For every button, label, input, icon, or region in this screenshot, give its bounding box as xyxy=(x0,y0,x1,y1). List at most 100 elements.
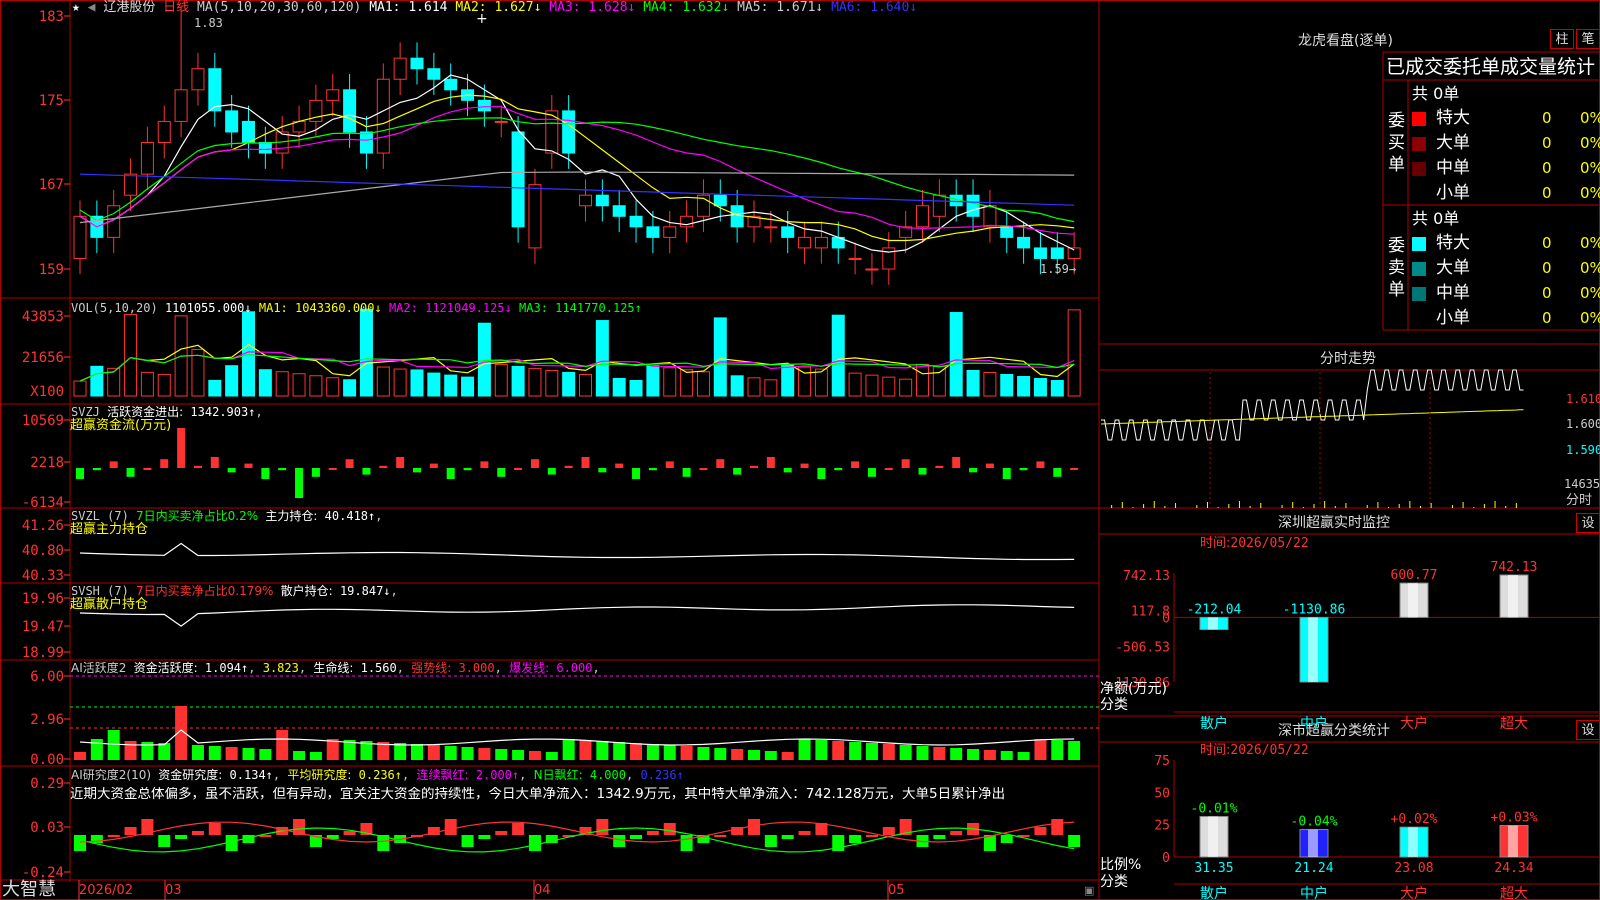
ai-research-bar xyxy=(191,831,204,835)
volume-bar xyxy=(612,377,626,397)
monitor-category-label: 大户 xyxy=(1400,715,1428,732)
date-label-2: 04 xyxy=(534,883,551,898)
candle-body xyxy=(376,78,390,154)
realtime-settings-button[interactable]: 设 xyxy=(1576,513,1600,533)
stats-change-label: +0.02% xyxy=(1391,812,1438,827)
star-icon[interactable]: ★ xyxy=(72,0,80,15)
ai-active-bar xyxy=(798,739,811,760)
ai-active-v2: 3.823 xyxy=(262,661,299,675)
candle-body xyxy=(343,89,357,133)
svzj-bar xyxy=(716,459,725,468)
svzj-bar xyxy=(1019,468,1028,471)
ai-strong-value: 3.000 xyxy=(458,661,495,675)
svzj-bar xyxy=(935,465,944,468)
svsh-sub: 超赢散户持仓 xyxy=(70,597,149,612)
period-label[interactable]: 日线 xyxy=(163,0,189,15)
ai-active-bar xyxy=(1017,752,1030,760)
candle-body xyxy=(157,120,171,143)
stats-category-label: 中户 xyxy=(1300,885,1328,900)
svzj-bar xyxy=(514,468,523,470)
candle-body xyxy=(848,257,862,260)
volume-bar xyxy=(764,379,778,397)
ai-research-bar xyxy=(1068,835,1081,847)
svzj-bar xyxy=(362,468,371,475)
price-axis-label: 175 xyxy=(39,93,64,109)
prev-arrow-icon[interactable]: ◀ xyxy=(88,0,96,15)
volume-bar xyxy=(1067,309,1081,397)
ai-active-bar xyxy=(90,739,103,760)
candle-body xyxy=(983,205,997,228)
tab-executed[interactable]: 已成交 xyxy=(1386,56,1443,78)
ai-active-bar xyxy=(191,745,204,760)
ma5-value: 1.671↓ xyxy=(776,0,824,15)
crosshair-icon: + xyxy=(476,11,488,27)
buy-swatch xyxy=(1412,112,1426,126)
bar-view-button[interactable]: 柱 xyxy=(1550,29,1574,49)
stats-bar-highlight xyxy=(1308,829,1318,857)
svsh-ratio: 7日内买卖净占比0.179% xyxy=(136,584,274,598)
volume-bar xyxy=(258,369,272,397)
svzj-bar xyxy=(985,463,994,468)
stats-category-label: 大户 xyxy=(1400,885,1428,900)
vol-axis-label: 43853 xyxy=(22,309,64,325)
candle-body xyxy=(629,215,643,228)
svzj-bar xyxy=(76,468,84,479)
ai-cont-value: 2.000↑ xyxy=(475,768,520,782)
vol-ma2-label: MA2: xyxy=(388,301,418,315)
candle-body xyxy=(258,142,272,154)
sell-label: 大单 xyxy=(1436,258,1470,278)
stats-axis-label: 25 xyxy=(1154,819,1170,834)
ai-research-bar xyxy=(781,835,794,839)
ai-active-bar xyxy=(528,751,541,760)
ma4-label: MA4: xyxy=(643,0,675,15)
svzj-bar xyxy=(311,468,320,477)
buy-swatch xyxy=(1412,187,1426,201)
price-axis-label: 183 xyxy=(39,9,64,25)
svzj-value: 1342.903↑ xyxy=(190,405,256,419)
ai-active-bar xyxy=(916,746,929,760)
ai-research-bar xyxy=(680,835,693,851)
tick-view-button[interactable]: 笔 xyxy=(1576,29,1600,49)
svsh-axis-label: 19.47 xyxy=(22,619,64,635)
ma4-value: 1.632↓ xyxy=(682,0,730,15)
candle-body xyxy=(1033,247,1047,259)
stats-change-label: -0.01% xyxy=(1191,801,1238,816)
svzl-axis-label: 41.26 xyxy=(22,518,64,534)
candle-body xyxy=(916,205,929,228)
svzj-bar xyxy=(901,459,910,468)
date-label-3: 05 xyxy=(888,883,905,898)
class-stats-settings-button[interactable]: 设 xyxy=(1576,720,1600,740)
ai-active-bar xyxy=(764,751,777,760)
class-stats-date-value: 2026/05/22 xyxy=(1230,743,1309,758)
sell-count: 0 xyxy=(1542,259,1552,277)
ai-active-bar xyxy=(1051,740,1064,760)
volume-bar xyxy=(545,369,559,397)
svzj-bar xyxy=(581,457,590,468)
sell-row: 小单 0 0% xyxy=(1412,306,1600,331)
tab-orders[interactable]: 委托单 xyxy=(1443,56,1500,78)
ai-active-bar xyxy=(225,747,238,760)
ai-research-bar xyxy=(107,835,120,837)
monitor-category-label: 散户 xyxy=(1200,715,1228,732)
monitor-value-label: 742.13 xyxy=(1491,560,1538,575)
candle-body xyxy=(427,68,441,80)
volume-bar xyxy=(410,369,424,397)
ai-active-bar xyxy=(579,740,592,760)
candle-body xyxy=(932,194,946,217)
ai-active-bar xyxy=(208,746,221,760)
buy-count: 0 xyxy=(1542,159,1552,177)
tab-volume-stats[interactable]: 成交量统计 xyxy=(1500,56,1595,78)
chart-canvas[interactable]: 183 175 167 159 43853 21656 X100 10569 2218 -6134… xyxy=(0,0,1600,900)
sell-pct: 0% xyxy=(1580,259,1600,277)
intraday-axis-2: 1.590 xyxy=(1566,443,1600,457)
stats-axis-label: 50 xyxy=(1154,786,1170,801)
volume-bar xyxy=(595,320,609,397)
ai-active-bar xyxy=(1034,739,1047,760)
svzj-bar xyxy=(109,461,118,468)
svzj-axis-label: 2218 xyxy=(30,455,64,471)
candle-body xyxy=(359,131,373,154)
candle-body xyxy=(781,226,795,238)
volume-bar xyxy=(696,371,710,397)
ma5-label: MA5: xyxy=(737,0,769,15)
stats-axis-label: 75 xyxy=(1154,754,1170,769)
